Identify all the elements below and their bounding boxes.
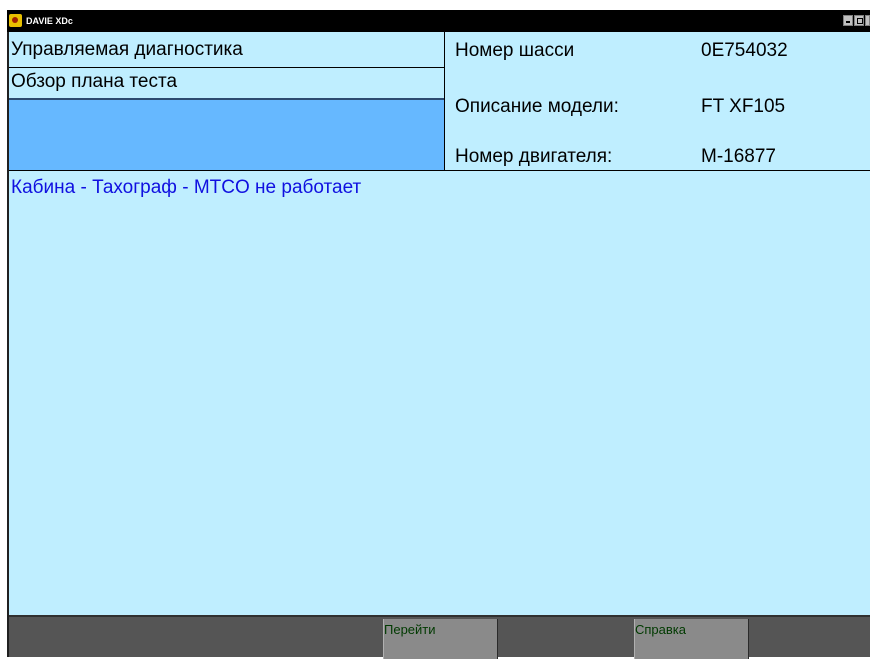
function-key-bar: Перейти Справка bbox=[9, 615, 870, 659]
test-plan-overview-item[interactable]: Обзор плана теста bbox=[9, 68, 444, 100]
vehicle-info-panel: Номер шасси 0E754032 Описание модели: FT… bbox=[445, 32, 870, 170]
test-plan-overview-label: Обзор плана теста bbox=[11, 71, 178, 92]
help-button-label: Справка bbox=[635, 622, 686, 637]
navigation-panel: Управляемая диагностика Обзор плана тест… bbox=[9, 32, 445, 170]
engine-number-value: M-16877 bbox=[701, 146, 776, 167]
davie-app: DAVIE XDc Управляемая диагностика Обзор … bbox=[0, 0, 870, 659]
window-titlebar[interactable]: DAVIE XDc bbox=[7, 10, 870, 32]
window-title: DAVIE XDc bbox=[26, 16, 73, 26]
guided-diagnostics-item[interactable]: Управляемая диагностика bbox=[9, 32, 444, 68]
main-window: Управляемая диагностика Обзор плана тест… bbox=[7, 32, 870, 659]
close-button[interactable] bbox=[865, 15, 870, 26]
guided-diagnostics-label: Управляемая диагностика bbox=[11, 39, 243, 60]
model-description-label: Описание модели: bbox=[455, 96, 619, 117]
app-logo-icon bbox=[9, 14, 22, 27]
model-description-value: FT XF105 bbox=[701, 96, 786, 117]
help-button[interactable]: Справка bbox=[634, 619, 749, 659]
chassis-number-label: Номер шасси bbox=[455, 40, 575, 61]
content-area: Кабина - Тахограф - MTCO не работает bbox=[9, 171, 870, 615]
symptom-title[interactable]: Кабина - Тахограф - MTCO не работает bbox=[11, 177, 361, 199]
selected-step-area bbox=[9, 100, 444, 170]
engine-number-label: Номер двигателя: bbox=[455, 146, 613, 167]
chassis-number-value: 0E754032 bbox=[701, 40, 788, 61]
goto-button[interactable]: Перейти bbox=[383, 619, 498, 659]
maximize-button[interactable] bbox=[854, 15, 864, 26]
goto-button-label: Перейти bbox=[384, 622, 436, 637]
minimize-button[interactable] bbox=[843, 15, 853, 26]
